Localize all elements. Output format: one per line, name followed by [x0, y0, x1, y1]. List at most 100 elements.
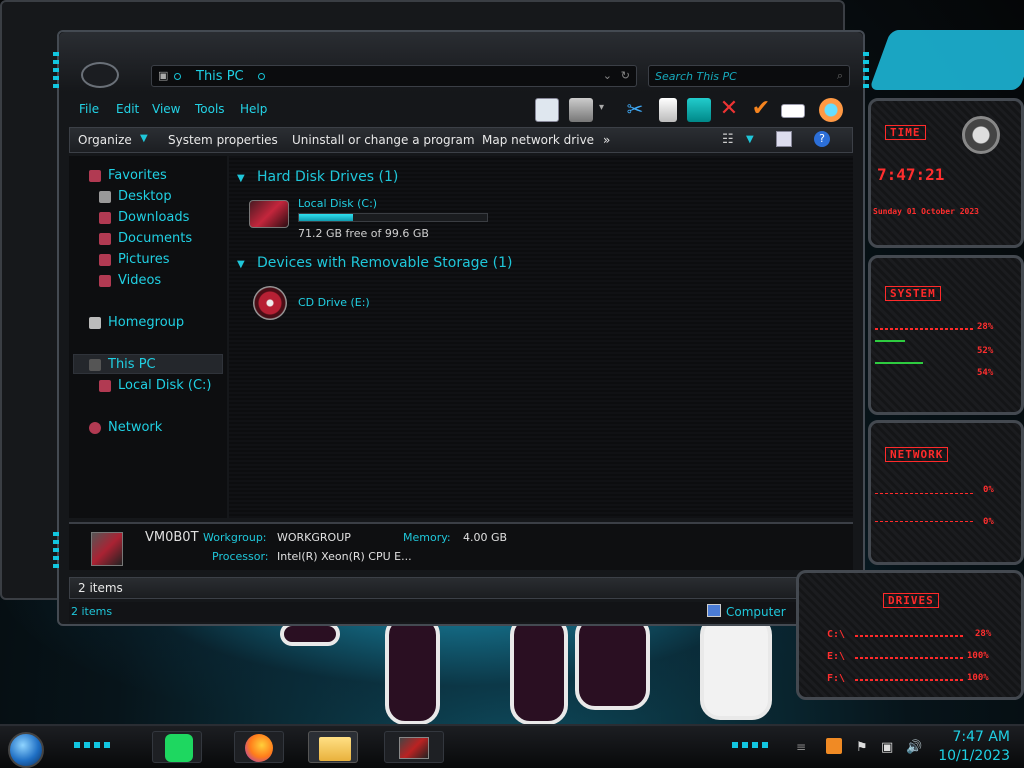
system-properties-button[interactable]: System properties: [168, 133, 278, 147]
chevron-down-icon[interactable]: ▼: [237, 259, 245, 270]
computer-icon: [91, 532, 123, 566]
drive-item-c[interactable]: Local Disk (C:) 71.2 GB free of 99.6 GB: [247, 196, 497, 240]
paste-icon[interactable]: [687, 98, 711, 122]
gadget-title: TIME: [885, 125, 926, 140]
nav-desktop[interactable]: Desktop: [118, 189, 172, 204]
details-pane: VM0B0T Workgroup: WORKGROUP Memory: 4.00…: [69, 522, 853, 570]
chevron-down-icon[interactable]: ▼: [746, 134, 754, 145]
chevron-down-icon[interactable]: ▼: [237, 173, 245, 184]
menu-help[interactable]: Help: [240, 102, 267, 116]
title-bar[interactable]: ▣ This PC ⌄ ↻ Search This PC ⌕: [59, 32, 863, 92]
network-value: 0%: [983, 517, 994, 527]
nav-this-pc[interactable]: This PC: [108, 357, 156, 372]
delete-icon[interactable]: ✕: [717, 98, 741, 122]
chevron-down-icon[interactable]: ⌄: [603, 69, 612, 82]
navigation-pane: Favorites Desktop Downloads Documents Pi…: [69, 156, 227, 518]
checkmark-icon[interactable]: ✔: [749, 98, 773, 122]
time-gadget[interactable]: TIME 7:47:21 Sunday 01 October 2023: [868, 98, 1024, 248]
gadget-title: NETWORK: [885, 447, 949, 462]
network-tray-icon[interactable]: ▣: [881, 740, 893, 755]
more-commands-button[interactable]: »: [603, 133, 610, 147]
wallpaper-figure-leg: [700, 615, 772, 720]
homegroup-icon: [89, 317, 101, 329]
nav-documents[interactable]: Documents: [118, 231, 192, 246]
taskbar-firefox-button[interactable]: [234, 731, 284, 763]
taskbar: ≡ ⚑ ▣ 🔊 7:47 AM 10/1/2023: [0, 724, 1024, 768]
clock-time[interactable]: 7:47 AM: [952, 729, 1010, 745]
map-network-drive-button[interactable]: Map network drive: [482, 133, 594, 147]
system-value: 54%: [977, 368, 994, 378]
drive-label: CD Drive (E:): [298, 296, 370, 309]
window-cyan-edge: [53, 532, 59, 572]
show-hidden-icons[interactable]: ≡: [796, 740, 806, 754]
back-forward-orb-icon[interactable]: [81, 62, 119, 88]
search-box[interactable]: Search This PC ⌕: [648, 65, 850, 87]
status-bar: 2 items ☷: [69, 577, 853, 599]
view-options-icon[interactable]: ☷: [722, 132, 734, 147]
clock-date[interactable]: 10/1/2023: [938, 748, 1010, 764]
cut-icon[interactable]: ✂: [623, 98, 647, 122]
taskbar-spotify-button[interactable]: [152, 731, 202, 763]
nav-pictures[interactable]: Pictures: [118, 252, 169, 267]
desktop: Re Co ▣ This PC ⌄ ↻ Search This PC ⌕ Fil…: [0, 0, 1024, 768]
refresh-icon[interactable]: ↻: [621, 69, 630, 82]
processor-label: Processor:: [212, 550, 269, 563]
downloads-icon: [99, 212, 111, 224]
drives-gadget[interactable]: DRIVES C:\ 28% E:\ 100% F:\ 100%: [796, 570, 1024, 700]
gadget-title: DRIVES: [883, 593, 939, 608]
chevron-down-icon[interactable]: ▼: [140, 133, 148, 144]
nav-downloads[interactable]: Downloads: [118, 210, 189, 225]
nav-network[interactable]: Network: [108, 420, 162, 435]
system-value: 52%: [977, 346, 994, 356]
group-header-hard-disks[interactable]: Hard Disk Drives (1): [257, 169, 398, 185]
system-gadget[interactable]: SYSTEM 28% 52% 54%: [868, 255, 1024, 415]
organize-button[interactable]: Organize: [78, 133, 132, 147]
uninstall-program-button[interactable]: Uninstall or change a program: [292, 133, 475, 147]
videos-icon: [99, 275, 111, 287]
mail-icon[interactable]: [781, 104, 805, 118]
menu-view[interactable]: View: [152, 102, 180, 116]
wallpaper-shape: [869, 30, 1024, 90]
explorer-window: ▣ This PC ⌄ ↻ Search This PC ⌕ File Edit…: [53, 30, 869, 626]
app-tray-icon[interactable]: [826, 738, 842, 754]
copy-icon[interactable]: [659, 98, 677, 122]
flag-icon[interactable]: ⚑: [856, 740, 868, 755]
zone-label: Computer: [726, 605, 786, 619]
help-icon[interactable]: ?: [814, 131, 830, 147]
properties-icon[interactable]: [569, 98, 593, 122]
menu-tools[interactable]: Tools: [195, 102, 225, 116]
nav-homegroup[interactable]: Homegroup: [108, 315, 184, 330]
star-icon: [89, 170, 101, 182]
search-input[interactable]: Search This PC: [655, 70, 737, 83]
taskbar-computer-button[interactable]: [384, 731, 444, 763]
taskbar-explorer-button[interactable]: [308, 731, 358, 763]
drive-item-e[interactable]: CD Drive (E:): [247, 282, 447, 322]
start-button[interactable]: [8, 732, 44, 768]
nav-favorites[interactable]: Favorites: [108, 168, 167, 183]
nav-local-disk[interactable]: Local Disk (C:): [118, 378, 211, 393]
search-icon[interactable]: ⌕: [837, 69, 843, 83]
globe-icon[interactable]: [819, 98, 843, 122]
nav-videos[interactable]: Videos: [118, 273, 161, 288]
alienware-logo-icon: [962, 116, 1000, 154]
volume-icon[interactable]: 🔊: [906, 740, 922, 755]
drive-free-space: 71.2 GB free of 99.6 GB: [298, 227, 429, 240]
preview-pane-icon[interactable]: [776, 131, 792, 147]
address-text[interactable]: This PC: [196, 69, 244, 84]
group-header-removable[interactable]: Devices with Removable Storage (1): [257, 255, 512, 271]
drive-usage-bar: [298, 213, 488, 222]
menu-edit[interactable]: Edit: [116, 102, 139, 116]
network-value: 0%: [983, 485, 994, 495]
network-icon: [89, 422, 101, 434]
network-gadget[interactable]: NETWORK 0% 0%: [868, 420, 1024, 565]
layout-icon[interactable]: [535, 98, 559, 122]
computer-icon: [89, 359, 101, 371]
gadget-time: 7:47:21: [877, 165, 945, 184]
desktop-icon: [99, 191, 111, 203]
drive-icon: [99, 380, 111, 392]
address-bar[interactable]: ▣ This PC ⌄ ↻: [151, 65, 637, 87]
wallpaper-figure-leg: [510, 615, 568, 725]
dropdown-icon[interactable]: ▾: [599, 102, 604, 113]
menu-file[interactable]: File: [79, 102, 99, 116]
network-graph-out: [875, 521, 975, 522]
